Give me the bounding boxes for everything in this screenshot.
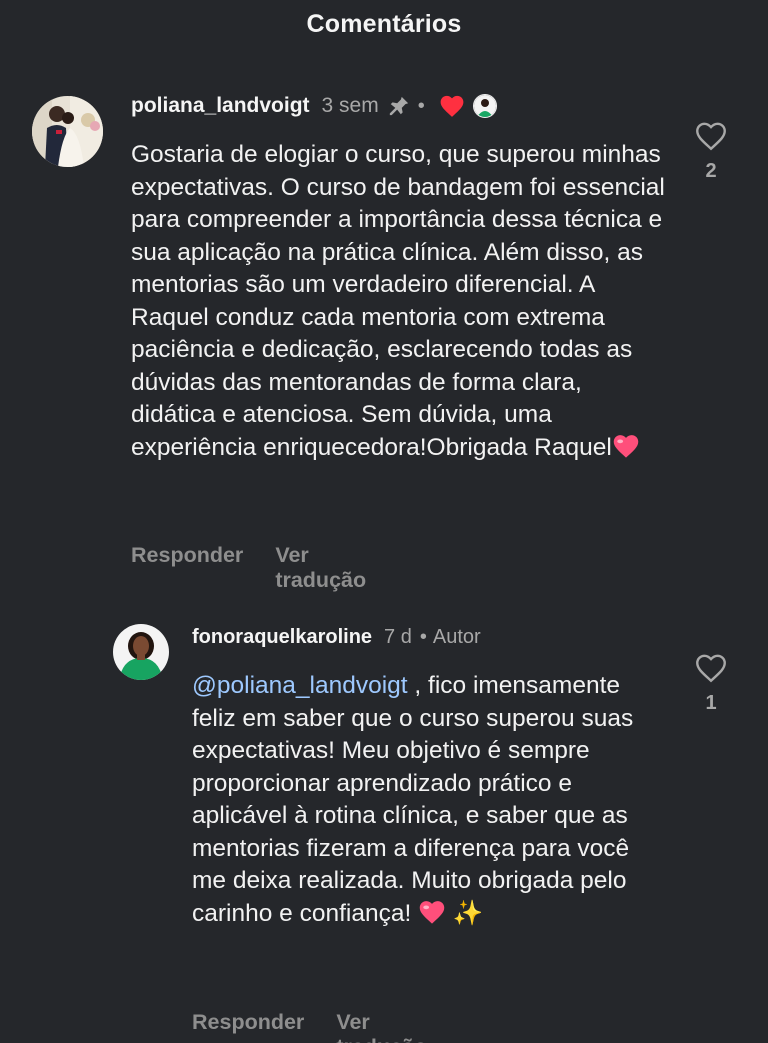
like-count: 2 (705, 160, 717, 182)
comments-sheet: Comentários poliana_landvoigt 3 sem • Go… (0, 0, 768, 1043)
pin-icon (388, 95, 410, 117)
translate-button[interactable]: Ver tradução (275, 543, 366, 593)
translate-button[interactable]: Ver tradução (336, 1010, 427, 1043)
heart-outline-icon[interactable] (694, 652, 728, 684)
timestamp: 3 sem (321, 94, 379, 117)
heart-emoji-icon (418, 899, 446, 925)
comment-actions: Responder Ver tradução (192, 1010, 427, 1043)
author-mini-avatar (472, 94, 497, 118)
heart-emoji-icon (612, 433, 640, 459)
comment-meta: fonoraquelkaroline 7 d • Autor (192, 623, 481, 651)
comments-header: Comentários (0, 0, 768, 48)
avatar[interactable] (113, 624, 169, 680)
comment-actions: Responder Ver tradução (131, 543, 366, 593)
heart-filled-icon (439, 94, 465, 118)
avatar[interactable] (32, 96, 103, 167)
like-count: 1 (705, 692, 717, 714)
page-title: Comentários (306, 9, 462, 38)
reply-button[interactable]: Responder (131, 543, 243, 593)
comment-text: @poliana_landvoigt , fico imensamente fe… (192, 672, 634, 927)
separator-dot: • (419, 625, 427, 648)
timestamp: 7 d (384, 625, 412, 648)
reply-button[interactable]: Responder (192, 1010, 304, 1043)
comment-text: Gostaria de elogiar o curso, que superou… (131, 141, 665, 461)
mention-link[interactable]: @poliana_landvoigt (192, 672, 408, 699)
like-control: 1 (689, 652, 733, 715)
like-control: 2 (689, 120, 733, 183)
sparkles-icon: ✨ (452, 899, 484, 927)
heart-outline-icon[interactable] (694, 120, 728, 152)
username[interactable]: fonoraquelkaroline (192, 626, 372, 649)
comment-meta: poliana_landvoigt 3 sem • (131, 91, 497, 121)
separator-dot: • (417, 94, 425, 117)
username[interactable]: poliana_landvoigt (131, 94, 310, 118)
author-badge: Autor (432, 625, 481, 648)
